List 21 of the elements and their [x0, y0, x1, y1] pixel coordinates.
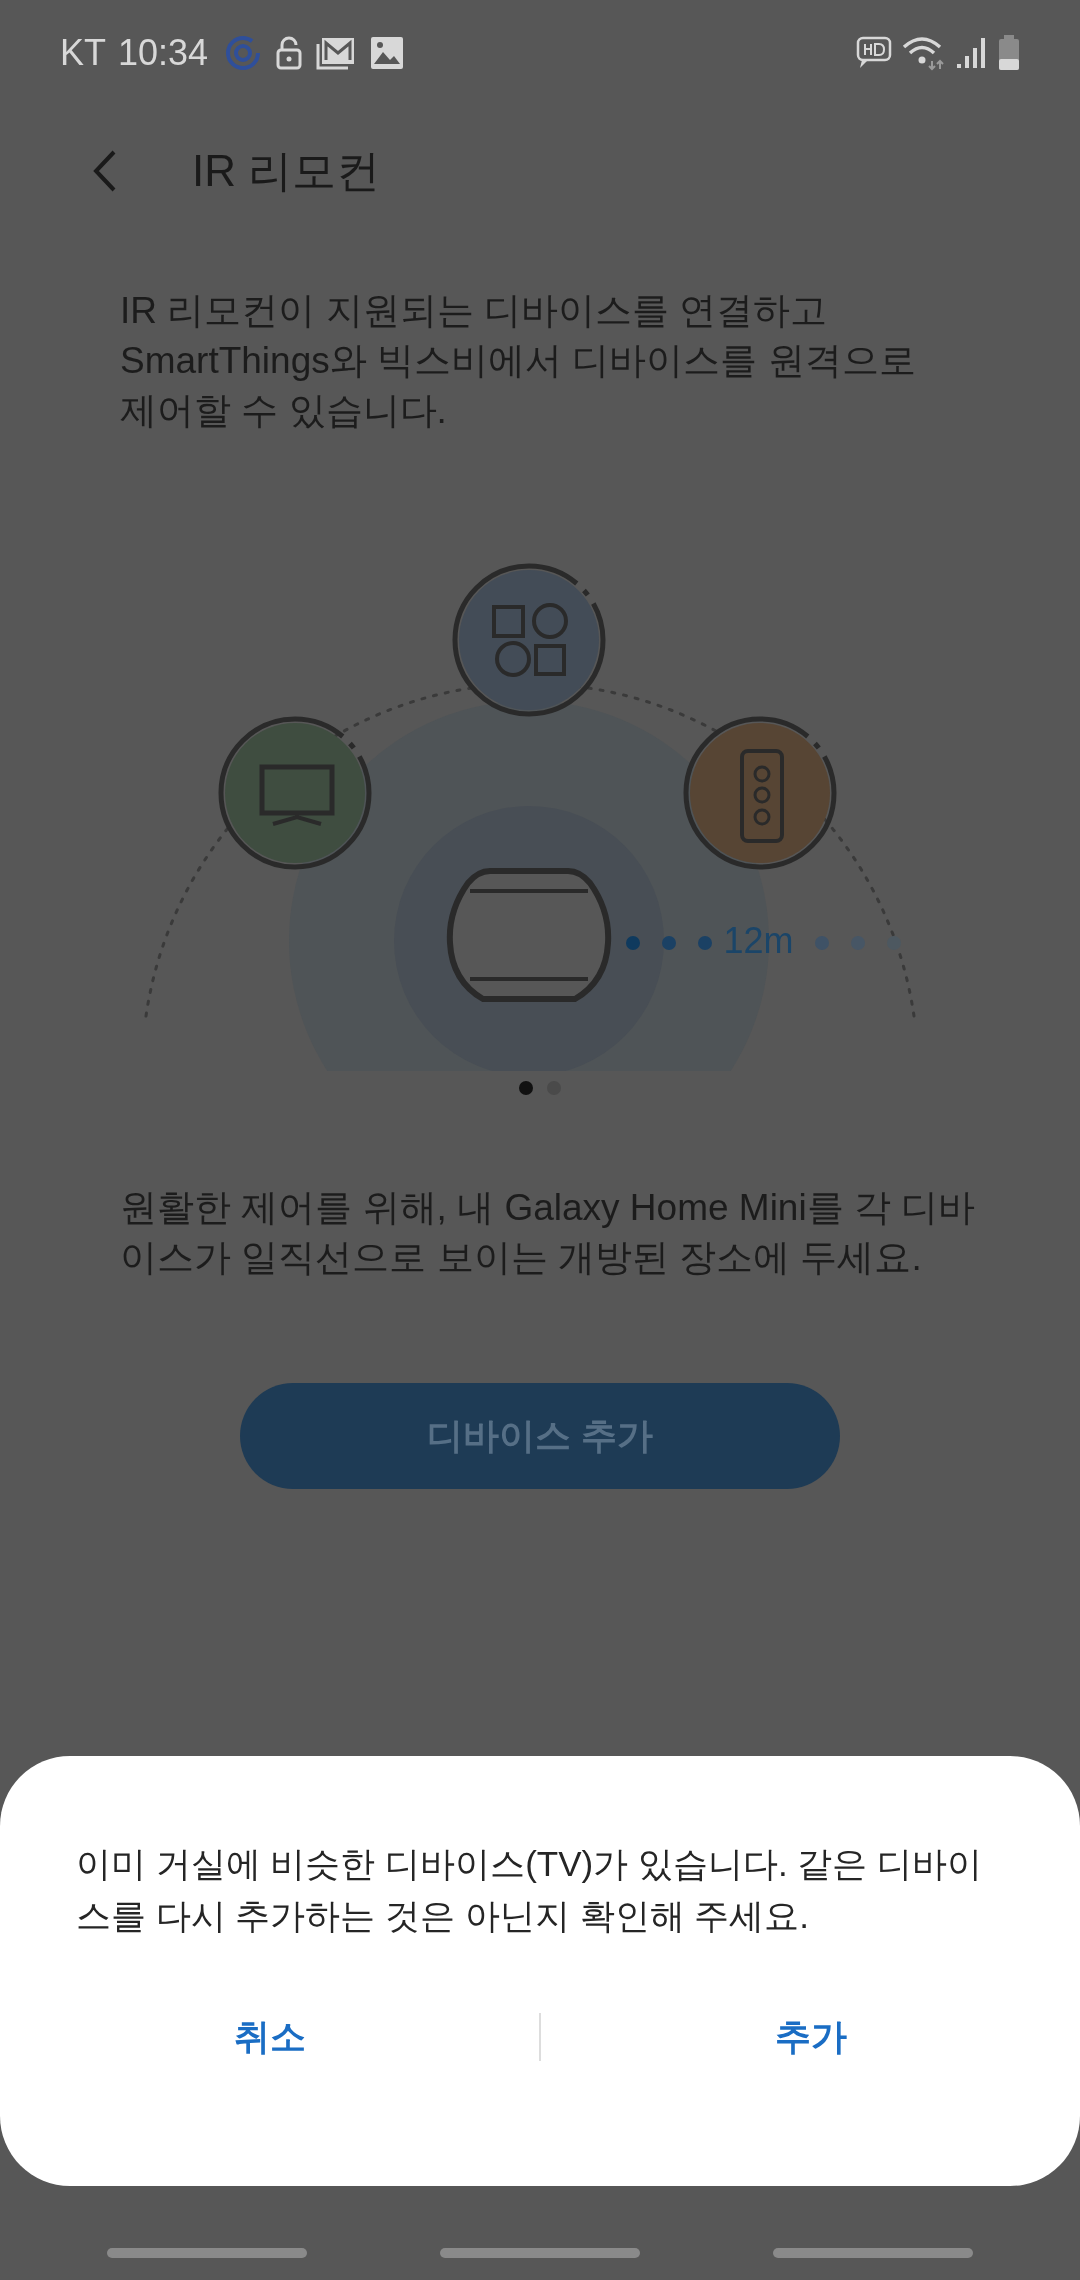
carrier-text: KT [60, 31, 106, 75]
lock-icon [276, 36, 303, 70]
battery-icon [998, 35, 1020, 71]
signal-icon [956, 36, 988, 70]
dialog-message: 이미 거실에 비슷한 디바이스(TV)가 있습니다. 같은 디바이스를 다시 추가하는 것은 아닌지 확인해 주세요. [76, 1843, 984, 1937]
swirl-icon [224, 34, 263, 72]
wifi-icon [902, 35, 946, 71]
image-icon [370, 36, 405, 70]
nav-bar-handle[interactable] [440, 2248, 640, 2258]
hint-text: 원활한 제어를 위해, 내 Galaxy Home Mini를 각 디바이스가 일직선으로 보이는 개방된 장소에 두세요. [120, 1186, 977, 1280]
description-text: IR 리모컨이 지원되는 디바이스를 연결하고 SmartThings와 빅스비에서 디바이스를 원격으로 제어할 수 있습니다. [120, 289, 917, 433]
dialog-button[interactable]: 추가 [541, 1992, 1080, 2082]
back-icon [93, 149, 117, 193]
nav-bar-handle[interactable] [106, 2248, 307, 2258]
mail-icon [316, 36, 357, 70]
hd-voice-icon [856, 36, 892, 70]
dialog-button[interactable]: 취소 [0, 1992, 539, 2082]
clock-text: 10:34 [118, 31, 209, 75]
distance-label: 12m [723, 919, 794, 963]
page-title: IR 리모컨 [192, 145, 381, 197]
nav-bar-handle[interactable] [773, 2248, 974, 2258]
